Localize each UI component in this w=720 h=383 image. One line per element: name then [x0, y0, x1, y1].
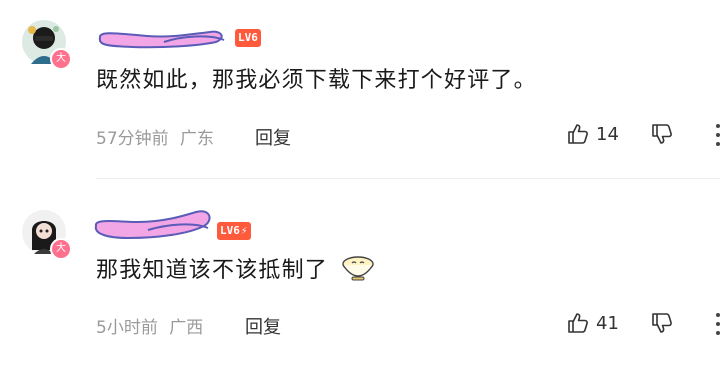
username-scribble	[94, 210, 211, 240]
lightning-icon: ⚡	[240, 224, 248, 237]
comment-text: 那我知道该不该抵制了	[96, 252, 376, 284]
comment-time: 57分钟前	[96, 129, 169, 149]
level-badge: LV6	[235, 29, 261, 47]
like-count: 41	[596, 312, 619, 334]
comment-location: 广东	[180, 129, 215, 149]
more-icon[interactable]	[706, 120, 720, 150]
comment-text: 既然如此，那我必须下载下来打个好评了。	[96, 68, 537, 93]
like-button[interactable]: 41	[566, 311, 619, 335]
comment-item: 大 LV6 既然如此，那我必须下载下来打个好评了。 57分钟前 广东 回复 14	[0, 0, 720, 180]
avatar[interactable]: 大	[22, 210, 72, 260]
like-count: 14	[596, 123, 619, 145]
thumbs-down-icon	[652, 313, 672, 333]
comment-meta: 5小时前 广西	[96, 313, 203, 338]
thumbs-up-icon	[568, 124, 588, 144]
comment-meta: 57分钟前 广东	[96, 124, 214, 149]
dislike-button[interactable]	[650, 122, 674, 146]
level-badge-text: LV6	[220, 224, 240, 237]
avatar[interactable]: 大	[22, 20, 72, 70]
reply-button[interactable]: 回复	[255, 124, 291, 150]
level-badge: LV6⚡	[217, 222, 251, 240]
avatar-badge: 大	[50, 48, 72, 70]
divider	[96, 178, 720, 179]
level-badge-text: LV6	[238, 31, 258, 44]
comment-text-body: 那我知道该不该抵制了	[96, 258, 329, 283]
thumbs-down-icon	[652, 124, 672, 144]
reply-button[interactable]: 回复	[245, 313, 281, 339]
comment-location: 广西	[169, 318, 204, 338]
comment-item: 大 LV6⚡ 那我知道该不该抵制了 5小时前 广西 回复 41	[0, 182, 720, 383]
username-scribble	[98, 30, 225, 49]
comment-time: 5小时前	[96, 318, 158, 338]
more-icon[interactable]	[706, 309, 720, 339]
thumbs-up-icon	[568, 313, 588, 333]
like-button[interactable]: 14	[566, 122, 619, 146]
dislike-button[interactable]	[650, 311, 674, 335]
bowl-emoji-icon	[342, 256, 374, 281]
avatar-badge: 大	[50, 238, 72, 260]
